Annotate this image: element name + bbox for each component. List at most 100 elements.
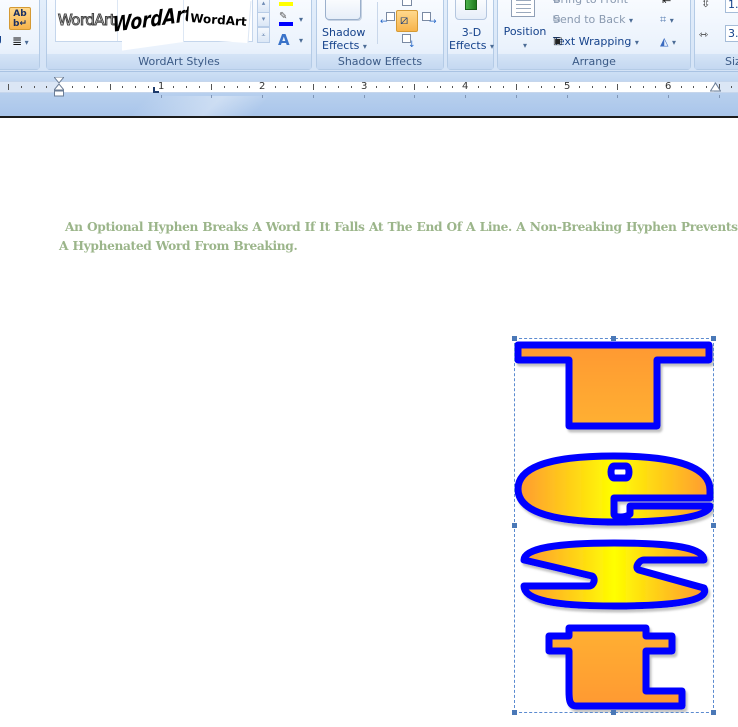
shadow-effects-icon[interactable] <box>325 0 361 20</box>
3d-effects-button[interactable]: 3-D Effects ▾ <box>449 26 494 53</box>
text-group-label <box>0 54 39 69</box>
change-shape-button[interactable]: A <box>278 31 290 49</box>
ruler-tick <box>452 86 453 88</box>
resize-handle-bottom[interactable] <box>611 710 616 715</box>
size-label: Size <box>695 54 738 69</box>
position-icon <box>511 0 535 17</box>
arrow-down-icon: ↓ <box>408 40 416 50</box>
ruler-half-tick <box>414 84 415 90</box>
ruler-tick <box>135 86 136 88</box>
ruler-tick <box>554 86 555 88</box>
size-group: ⇳ 1.8 ⇿ 3.5 Size <box>694 0 738 70</box>
nudge-shadow-up[interactable] <box>402 0 412 6</box>
text-group: Abb↵ ≣ ▾ g <box>0 0 40 70</box>
indent-marker[interactable] <box>54 77 64 97</box>
resize-handle-bottom-right[interactable] <box>711 710 716 715</box>
ruler-tick <box>46 86 47 88</box>
wordart-style-outline[interactable]: WordArt <box>56 0 118 41</box>
ruler-lower-tick <box>668 95 669 98</box>
ruler-lower-tick <box>262 95 263 98</box>
paragraph-line-1: An Optional Hyphen Breaks A Word If It F… <box>65 220 738 234</box>
document-paragraph[interactable]: An Optional Hyphen Breaks A Word If It F… <box>59 218 738 256</box>
ruler-lower-tick <box>414 95 415 98</box>
ruler-tick <box>249 86 250 88</box>
cube-icon <box>465 0 477 10</box>
resize-handle-bottom-left[interactable] <box>512 710 517 715</box>
ruler-tick <box>376 86 377 88</box>
ruler-tick <box>440 86 441 88</box>
resize-handle-top-right[interactable] <box>711 336 716 341</box>
right-indent-marker[interactable] <box>710 82 721 92</box>
chevron-up-icon: ▴ <box>261 0 266 7</box>
abc-stacked-icon: Ab b↵ <box>13 9 27 29</box>
resize-handle-top-left[interactable] <box>512 336 517 341</box>
chevron-down-icon: ▾ <box>261 15 266 23</box>
chevron-down-icon: ▾ <box>671 38 676 47</box>
ruler-tick <box>693 86 694 88</box>
ruler-tick <box>186 86 187 88</box>
ruler-background <box>0 72 738 117</box>
ruler-lower-tick <box>313 95 314 98</box>
position-button[interactable]: Position ▾ <box>502 25 548 52</box>
ribbon: Abb↵ ≣ ▾ g WordArt WordArt WordArt ▴ ▾ ⩡… <box>0 0 738 72</box>
rotate-button[interactable]: ◭ ▾ <box>660 35 676 49</box>
chevron-down-icon: ▾ <box>362 42 367 51</box>
chevron-down-icon: ▾ <box>489 42 494 51</box>
arrow-right-icon: → <box>429 17 437 27</box>
group-button[interactable]: ⌗ ▾ <box>660 13 674 27</box>
wordart-style-arch[interactable]: WordArt <box>186 0 252 44</box>
wordart-selection-frame <box>514 338 714 713</box>
tab-stop-marker[interactable] <box>153 87 159 93</box>
ruler-half-tick <box>211 84 212 90</box>
shape-fill-button[interactable] <box>279 0 293 6</box>
ruler-tick <box>122 86 123 88</box>
bring-to-front-button[interactable]: ⧉ Bring to Front <box>553 0 628 6</box>
ruler-tick <box>84 86 85 88</box>
ruler-lower-tick <box>211 95 212 98</box>
gallery-scroll-down[interactable]: ▾ <box>257 12 270 27</box>
3d-effects-icon[interactable] <box>455 0 487 20</box>
width-input[interactable]: 3.5 <box>725 25 738 42</box>
alignment-button[interactable]: ≣ ▾ <box>12 34 29 48</box>
even-height-button[interactable]: Ab b↵ <box>9 7 31 30</box>
send-back-icon: ⧉ <box>553 14 561 25</box>
ruler-tick <box>21 86 22 88</box>
wordart-style-slant[interactable]: WordArt <box>113 0 192 51</box>
shape-outline-button[interactable]: ✎ <box>279 12 293 26</box>
ruler-tick <box>389 86 390 88</box>
shadow-effects-button[interactable]: Shadow Effects ▾ <box>322 26 367 53</box>
resize-handle-right[interactable] <box>711 523 716 528</box>
3d-effects-label <box>448 54 493 69</box>
horizontal-ruler[interactable]: 123456 <box>0 81 738 93</box>
ruler-tick <box>338 86 339 88</box>
gallery-more[interactable]: ⩡ <box>257 27 270 43</box>
shadow-on-off-toggle[interactable]: ⧄ <box>396 10 418 32</box>
text-wrapping-button[interactable]: ▣ Text Wrapping ▾ <box>553 35 639 49</box>
shadow-effects-group: Shadow Effects ▾ ← ⧄ → ↓ Shadow Effects <box>316 0 444 70</box>
height-input[interactable]: 1.8 <box>725 0 738 13</box>
resize-handle-left[interactable] <box>512 523 517 528</box>
align-button[interactable]: ⇤ <box>662 0 671 7</box>
3d-effects-group: 3-D Effects ▾ <box>447 0 494 70</box>
chevron-down-icon: ▾ <box>522 41 527 50</box>
chevron-down-icon: ▾ <box>628 16 633 25</box>
send-to-back-button[interactable]: ⧉ Send to Back ▾ <box>553 13 633 27</box>
paragraph-line-2: A Hyphenated Word From Breaking. <box>59 239 298 253</box>
word-window: Abb↵ ≣ ▾ g WordArt WordArt WordArt ▴ ▾ ⩡… <box>0 0 738 727</box>
ruler-tick <box>351 86 352 88</box>
ruler-tick <box>402 86 403 88</box>
ruler-tick <box>490 86 491 88</box>
ruler-number: 5 <box>564 81 571 92</box>
ruler-number: 2 <box>259 81 266 92</box>
align-objects-icon: ⇤ <box>662 0 672 7</box>
chevron-down-icon: ▾ <box>669 16 674 25</box>
ruler-tick <box>605 86 606 88</box>
resize-handle-top[interactable] <box>611 336 616 341</box>
ruler-tick <box>173 86 174 88</box>
ruler-tick <box>643 86 644 88</box>
ruler-tick <box>541 86 542 88</box>
ruler-tick <box>300 86 301 88</box>
bring-front-icon: ⧉ <box>553 0 560 6</box>
wordart-style-gallery: WordArt WordArt WordArt <box>55 0 253 51</box>
document-top-border <box>0 116 738 118</box>
